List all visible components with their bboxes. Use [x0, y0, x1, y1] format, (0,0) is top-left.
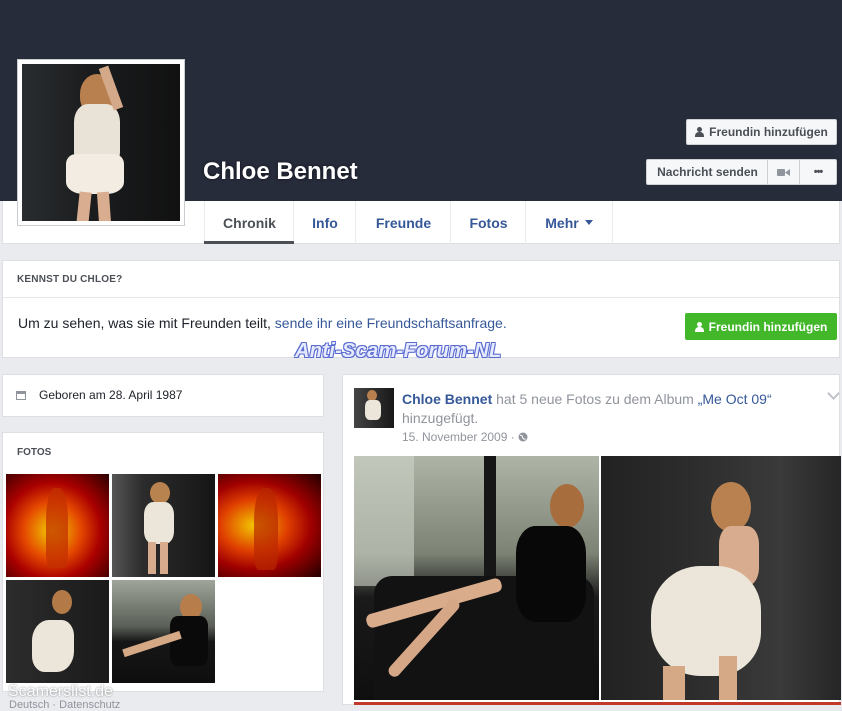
post-action-end: hinzugefügt. — [402, 410, 479, 426]
tab-friends[interactable]: Freunde — [355, 201, 451, 244]
post-meta: 15. November 2009 · — [402, 430, 528, 444]
profile-photo-image — [22, 64, 180, 221]
photos-title[interactable]: FOTOS — [17, 447, 51, 458]
more-dots-icon: ••• — [813, 166, 824, 178]
profile-picture[interactable] — [17, 59, 185, 226]
add-friend-green-button[interactable]: Freundin hinzufügen — [685, 313, 837, 340]
know-her-title: KENNST DU CHLOE? — [17, 274, 123, 285]
post-photo[interactable] — [601, 456, 841, 700]
photo-thumbnail[interactable] — [112, 474, 215, 577]
post-action-text: hat 5 neue Fotos zu dem Album — [492, 391, 698, 407]
add-friend-label: Freundin hinzufügen — [709, 125, 828, 139]
profile-name[interactable]: Chloe Bennet — [203, 158, 358, 186]
post-photo[interactable] — [354, 456, 599, 700]
send-message-button[interactable]: Nachricht senden — [646, 159, 768, 185]
post-separator: · — [510, 430, 515, 444]
photo-thumbnail[interactable] — [6, 474, 109, 577]
footer-links[interactable]: Deutsch · Datenschutz — [9, 699, 120, 711]
calendar-icon — [16, 391, 26, 400]
birthday-text: Geboren am 28. April 1987 — [39, 388, 183, 402]
post-author-link[interactable]: Chloe Bennet — [402, 391, 492, 407]
globe-icon[interactable] — [518, 432, 528, 442]
active-tab-indicator — [204, 241, 294, 244]
know-her-prompt: Um zu sehen, was sie mit Freunden teilt, — [18, 315, 275, 331]
tab-timeline[interactable]: Chronik — [204, 201, 294, 244]
post-date[interactable]: 15. November 2009 — [402, 430, 507, 444]
add-friend-button[interactable]: Freundin hinzufügen — [686, 119, 837, 145]
tab-info[interactable]: Info — [293, 201, 356, 244]
album-link[interactable]: „Me Oct 09“ — [698, 391, 772, 407]
divider — [3, 297, 839, 298]
tab-more-label: Mehr — [545, 214, 579, 231]
photo-thumbnail[interactable] — [218, 474, 321, 577]
video-call-button[interactable] — [767, 159, 800, 185]
caret-down-icon — [584, 220, 593, 225]
photo-thumbnail[interactable] — [112, 580, 215, 683]
add-friend-green-label: Freundin hinzufügen — [708, 319, 828, 334]
tab-more[interactable]: Mehr — [525, 201, 613, 244]
tab-photos[interactable]: Fotos — [450, 201, 526, 244]
photo-thumbnail[interactable] — [6, 580, 109, 683]
more-options-button[interactable]: ••• — [799, 159, 837, 185]
person-add-icon — [695, 127, 705, 137]
forum-watermark: Anti-Scam-Forum-NL — [295, 340, 502, 362]
video-camera-icon — [777, 168, 790, 176]
know-her-text: Um zu sehen, was sie mit Freunden teilt,… — [18, 315, 507, 331]
post-header: Chloe Bennet hat 5 neue Fotos zu dem Alb… — [402, 390, 797, 428]
send-friend-request-link[interactable]: sende ihr eine Freundschaftsanfrage. — [275, 315, 507, 331]
person-add-icon — [694, 321, 704, 332]
post-author-avatar[interactable] — [354, 388, 394, 428]
